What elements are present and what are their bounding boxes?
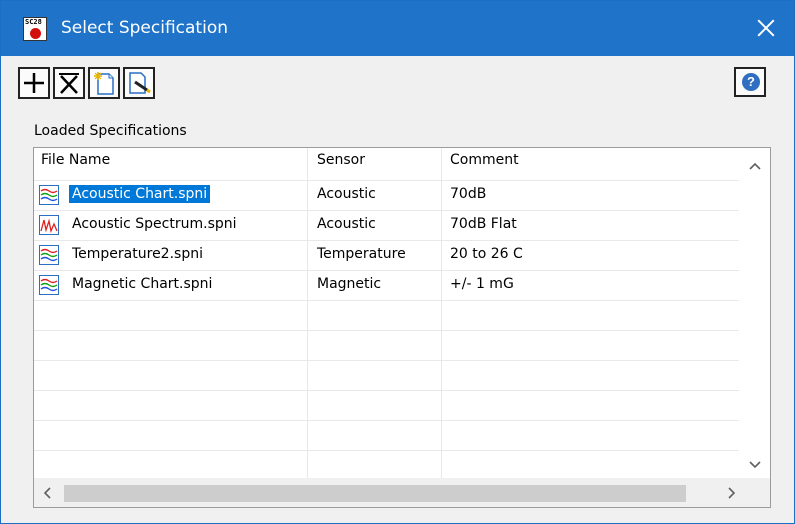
sensor-cell: Magnetic: [317, 276, 382, 292]
help-icon: ?: [742, 73, 760, 91]
spectrum-file-icon: [39, 215, 59, 235]
row-divider: [34, 360, 739, 361]
sensor-cell: Temperature: [317, 246, 406, 262]
sensor-cell: Acoustic: [317, 186, 376, 202]
chart-file-icon: [39, 275, 59, 295]
comment-cell: 70dB: [450, 186, 487, 202]
scroll-down-icon[interactable]: [746, 456, 764, 474]
column-header-sensor[interactable]: Sensor: [317, 152, 365, 168]
close-button[interactable]: [746, 11, 786, 47]
sensor-cell: Acoustic: [317, 216, 376, 232]
comment-cell: +/- 1 mG: [450, 276, 514, 292]
horizontal-scroll-thumb[interactable]: [64, 485, 686, 502]
edit-file-button[interactable]: [123, 67, 155, 99]
column-header-comment[interactable]: Comment: [450, 152, 519, 168]
file-name-cell[interactable]: Temperature2.spni: [72, 246, 203, 262]
window-title: Select Specification: [61, 18, 228, 38]
column-header-file-name[interactable]: File Name: [41, 152, 110, 168]
add-button[interactable]: [18, 67, 50, 99]
file-name-cell[interactable]: Magnetic Chart.spni: [72, 276, 212, 292]
help-button[interactable]: ?: [734, 67, 766, 97]
table-row[interactable]: Magnetic Chart.spni Magnetic +/- 1 mG: [34, 270, 739, 300]
table-row[interactable]: Acoustic Spectrum.spni Acoustic 70dB Fla…: [34, 210, 739, 240]
row-divider: [34, 390, 739, 391]
app-icon-text: SC28: [25, 18, 42, 26]
edit-file-icon: [129, 72, 151, 94]
horizontal-scrollbar[interactable]: [34, 478, 770, 507]
file-name-cell[interactable]: Acoustic Chart.spni: [69, 185, 211, 203]
file-name-cell[interactable]: Acoustic Spectrum.spni: [72, 216, 237, 232]
chart-file-icon: [39, 185, 59, 205]
select-specification-dialog: SC28 Select Specification ? Loaded Speci…: [0, 0, 795, 524]
new-file-icon: [94, 72, 114, 95]
table-row[interactable]: Temperature2.spni Temperature 20 to 26 C: [34, 240, 739, 270]
remove-button[interactable]: [53, 67, 85, 99]
scroll-left-icon[interactable]: [39, 484, 57, 502]
new-file-button[interactable]: [88, 67, 120, 99]
comment-cell: 20 to 26 C: [450, 246, 523, 262]
scroll-up-icon[interactable]: [746, 157, 764, 175]
loaded-specifications-label: Loaded Specifications: [34, 123, 187, 139]
table-row[interactable]: Acoustic Chart.spni Acoustic 70dB: [34, 180, 739, 210]
app-icon-dot: [30, 28, 41, 39]
plus-icon: [24, 73, 44, 93]
row-divider: [34, 300, 739, 301]
specifications-list[interactable]: File Name Sensor Comment Acoustic Chart.…: [33, 147, 771, 508]
scroll-right-icon[interactable]: [722, 484, 740, 502]
row-divider: [34, 420, 739, 421]
vertical-scrollbar[interactable]: [739, 148, 770, 478]
title-bar: SC28 Select Specification: [1, 1, 794, 56]
row-divider: [34, 330, 739, 331]
row-divider: [34, 450, 739, 451]
comment-cell: 70dB Flat: [450, 216, 517, 232]
chart-file-icon: [39, 245, 59, 265]
app-icon: SC28: [23, 17, 47, 41]
delete-x-icon: [59, 73, 79, 94]
